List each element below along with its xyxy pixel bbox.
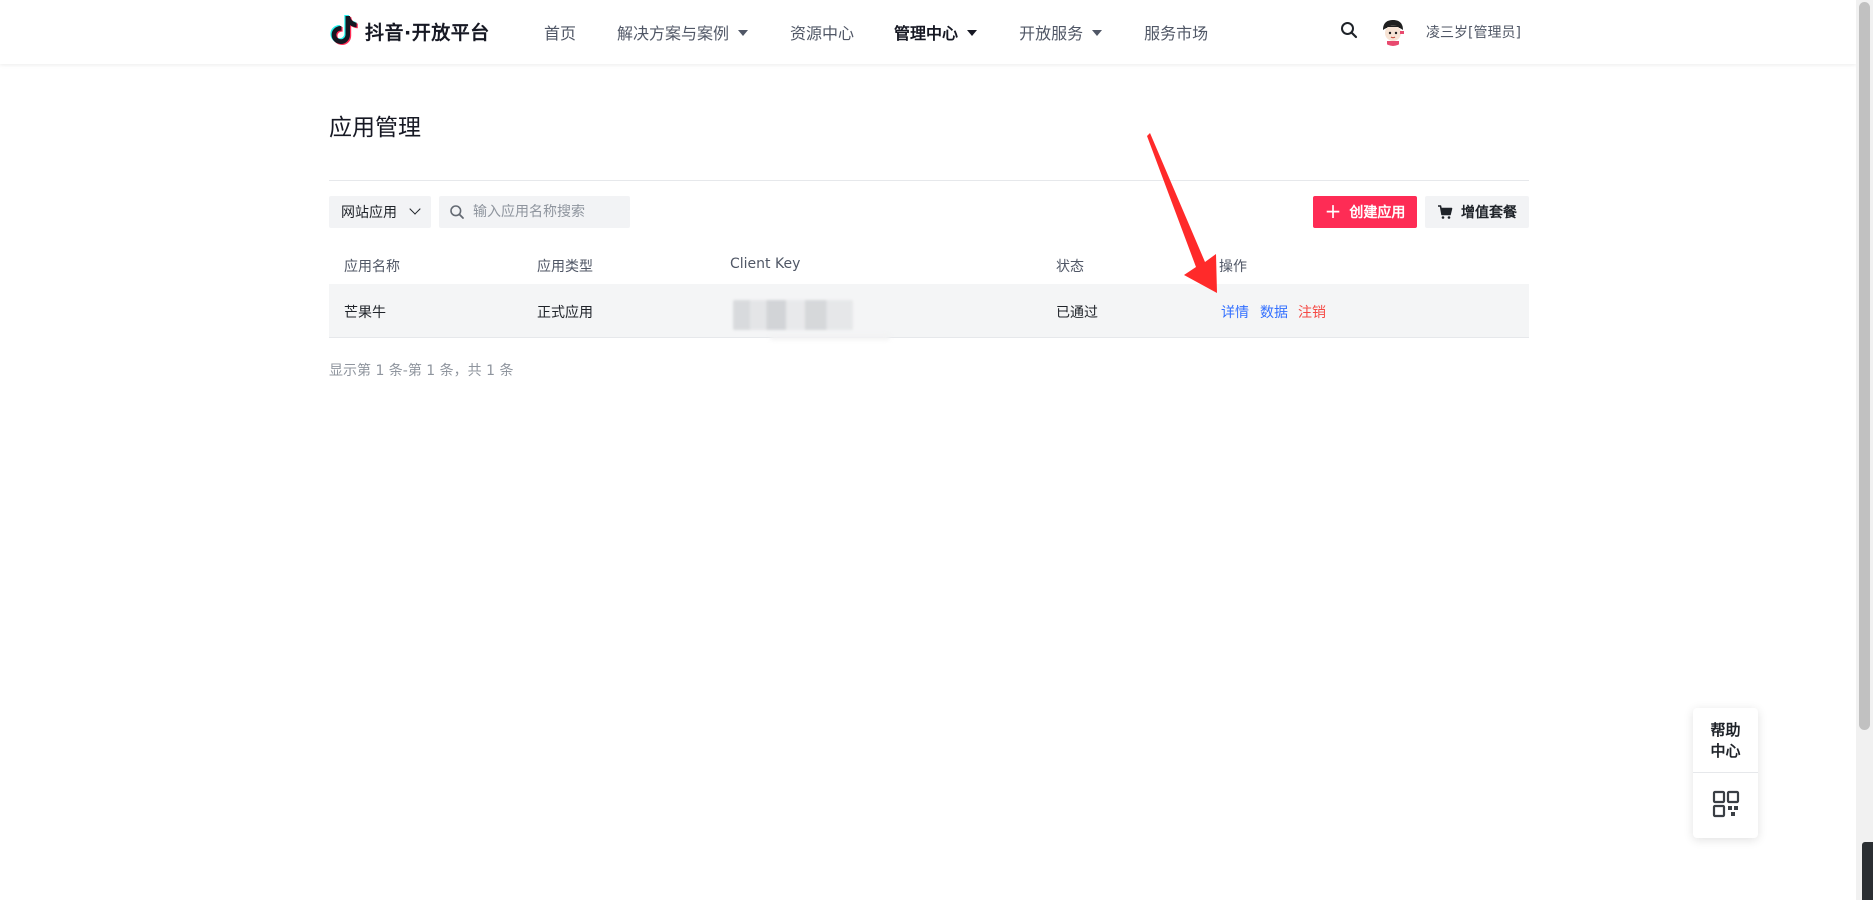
user-name[interactable]: 凌三岁[管理员]: [1426, 22, 1521, 42]
app-type-select-value: 网站应用: [341, 205, 397, 221]
divider: [1693, 772, 1758, 773]
search-icon: [450, 205, 464, 219]
create-app-button[interactable]: + 创建应用: [1313, 196, 1417, 228]
app-search-box[interactable]: [439, 196, 630, 228]
chevron-down-icon: [409, 203, 421, 215]
cell-app-type: 正式应用: [537, 305, 593, 321]
page-scrollbar[interactable]: [1856, 0, 1873, 900]
nav-resources[interactable]: 资源中心: [790, 0, 854, 64]
caret-down-icon: [738, 30, 749, 36]
logo[interactable]: 抖音·开放平台: [329, 12, 490, 50]
help-label-line2: 中心: [1710, 742, 1741, 760]
value-added-package-button[interactable]: 增值套餐: [1425, 196, 1529, 228]
client-key-redacted-smudge: [770, 334, 890, 340]
nav-management-label: 管理中心: [894, 24, 959, 43]
caret-down-icon: [1092, 30, 1103, 36]
client-key-redacted: [733, 300, 853, 330]
page: 抖音·开放平台 首页 解决方案与案例 资源中心 管理中心 开放服务 服务市场 凌…: [0, 0, 1873, 900]
help-label-line1: 帮助: [1710, 721, 1741, 739]
nav-management[interactable]: 管理中心: [894, 0, 978, 64]
data-link[interactable]: 数据: [1260, 302, 1288, 322]
help-center-button[interactable]: 帮助 中心: [1693, 720, 1758, 762]
app-search-input[interactable]: [473, 204, 623, 220]
table-row: [329, 284, 1529, 338]
douyin-logo-icon: [330, 15, 358, 45]
qr-code-icon[interactable]: [1712, 790, 1740, 818]
column-header-client-key: Client Key: [730, 256, 801, 272]
divider: [329, 180, 1529, 181]
logo-text: 抖音·开放平台: [365, 21, 490, 44]
create-app-label: 创建应用: [1349, 205, 1406, 221]
value-added-package-label: 增值套餐: [1461, 205, 1517, 221]
pagination-info: 显示第 1 条-第 1 条，共 1 条: [329, 363, 514, 379]
nav-solutions[interactable]: 解决方案与案例: [617, 0, 749, 64]
cancel-app-link[interactable]: 注销: [1298, 302, 1326, 322]
main-nav: 首页 解决方案与案例 资源中心 管理中心 开放服务 服务市场: [544, 0, 1208, 64]
column-header-app-name: 应用名称: [344, 259, 400, 275]
plus-icon: +: [1324, 199, 1342, 223]
column-header-app-type: 应用类型: [537, 259, 593, 275]
annotation-arrow: [1147, 133, 1217, 293]
nav-home-label: 首页: [544, 24, 577, 43]
nav-solutions-label: 解决方案与案例: [617, 24, 730, 43]
nav-open-services-label: 开放服务: [1019, 24, 1084, 43]
nav-open-services[interactable]: 开放服务: [1019, 0, 1103, 64]
nav-home[interactable]: 首页: [544, 0, 576, 64]
nav-market[interactable]: 服务市场: [1144, 0, 1208, 64]
scrollbar-thumb[interactable]: [1859, 2, 1870, 730]
top-header: 抖音·开放平台 首页 解决方案与案例 资源中心 管理中心 开放服务 服务市场 凌…: [0, 0, 1856, 64]
nav-resources-label: 资源中心: [790, 24, 855, 43]
nav-market-label: 服务市场: [1144, 24, 1209, 43]
column-header-status: 状态: [1056, 259, 1084, 275]
cell-status: 已通过: [1056, 305, 1098, 321]
cell-app-name: 芒果牛: [344, 305, 386, 321]
corner-widget: [1862, 842, 1873, 900]
help-panel: 帮助 中心: [1693, 708, 1758, 838]
app-type-select[interactable]: 网站应用: [329, 196, 431, 228]
detail-link[interactable]: 详情: [1221, 302, 1249, 322]
page-title: 应用管理: [329, 115, 421, 141]
cart-icon: [1438, 205, 1453, 219]
caret-down-icon: [967, 30, 978, 36]
search-icon[interactable]: [1339, 20, 1359, 40]
avatar[interactable]: [1380, 18, 1406, 46]
